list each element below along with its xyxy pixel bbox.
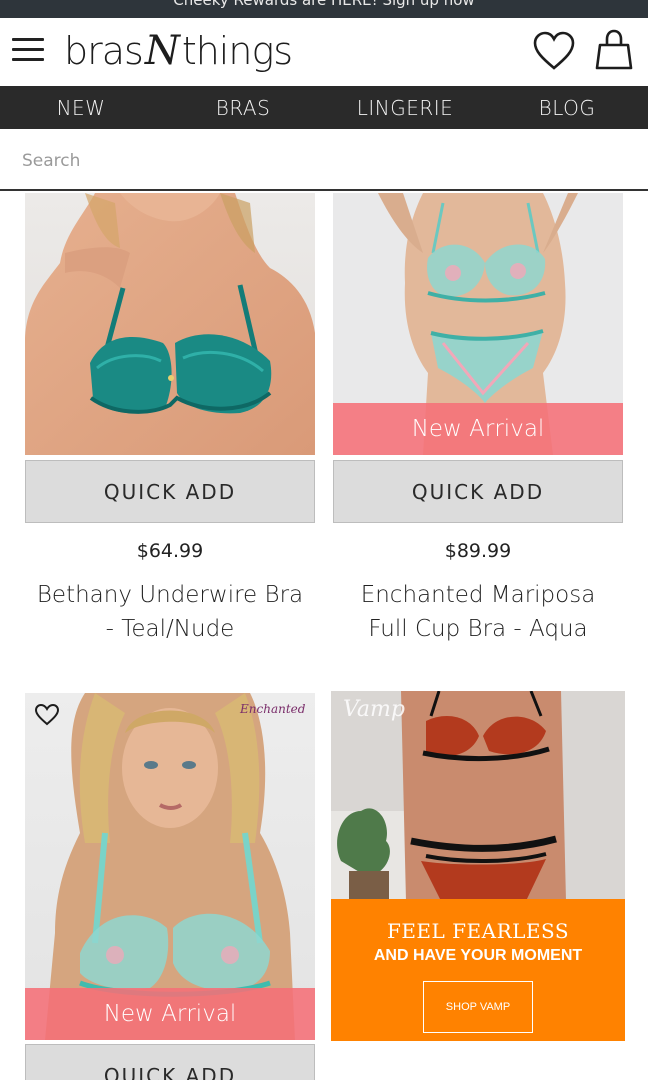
product-image-mariposa[interactable]: New Arrival [333,193,623,455]
wishlist-heart-icon[interactable] [34,703,60,727]
logo-n: N [144,28,180,74]
banner-headline: FEEL FEARLESS [386,919,570,943]
brand-logo[interactable]: bras N things [64,28,293,78]
search-input[interactable] [22,143,622,179]
promo-bar[interactable]: Cheeky Rewards are HERE! Sign up now [0,0,648,18]
product-name-link[interactable]: Bethany Underwire Bra - Teal/Nude [15,578,325,646]
logo-word-bras: bras [64,29,144,73]
product-price: $64.99 [136,540,204,562]
promo-text: Cheeky Rewards are HERE! Sign up now [173,0,475,9]
vamp-brand-mark: Vamp [343,697,405,722]
product-name-line: Full Cup Bra - Aqua [368,616,588,642]
quick-add-button[interactable]: QUICK ADD [25,460,315,523]
hamburger-menu-icon[interactable] [12,38,44,64]
nav-item-new[interactable]: NEW [0,86,162,129]
product-image-enchanted[interactable]: New Arrival [25,693,315,1040]
search-bar [0,129,648,191]
wishlist-heart-icon[interactable] [532,30,576,74]
product-name-line: Enchanted Mariposa [360,582,596,608]
logo-word-things: things [181,29,293,73]
shopping-bag-icon[interactable] [592,28,636,76]
nav-item-bras[interactable]: BRAS [162,86,324,129]
quick-add-button[interactable]: QUICK ADD [25,1044,315,1080]
product-price: $89.99 [444,540,512,562]
promo-banner-vamp[interactable]: Vamp FEEL FEARLESS AND HAVE YOUR MOMENT … [331,691,625,1041]
product-image-bethany[interactable] [25,193,315,455]
site-header: bras N things [0,18,648,86]
quick-add-button[interactable]: QUICK ADD [333,460,623,523]
collection-tag: Enchanted [240,702,306,716]
product-name-line: - Teal/Nude [105,616,235,642]
product-name-line: Bethany Underwire Bra [36,582,304,608]
product-name-link[interactable]: Enchanted Mariposa Full Cup Bra - Aqua [323,578,633,646]
new-arrival-badge: New Arrival [333,403,623,455]
banner-cta-panel: FEEL FEARLESS AND HAVE YOUR MOMENT SHOP … [331,899,625,1041]
main-nav: NEW BRAS LINGERIE BLOG [0,86,648,129]
banner-subheadline: AND HAVE YOUR MOMENT [373,947,583,964]
shop-vamp-button[interactable]: SHOP VAMP [423,981,533,1033]
nav-item-lingerie[interactable]: LINGERIE [324,86,486,129]
nav-item-blog[interactable]: BLOG [486,86,648,129]
new-arrival-badge: New Arrival [25,988,315,1040]
